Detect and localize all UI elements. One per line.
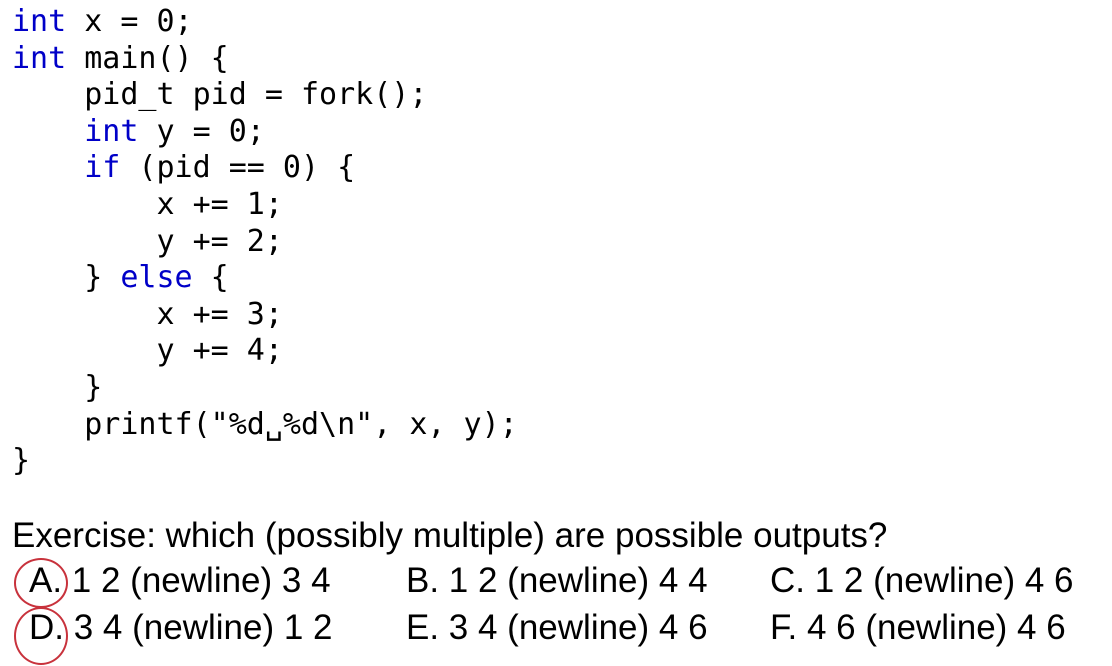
code-keyword: int bbox=[84, 113, 139, 149]
code-keyword: int bbox=[12, 4, 67, 39]
option-c: C. 1 2 (newline) 4 6 bbox=[770, 559, 1073, 603]
code-line: x += 3; bbox=[12, 297, 518, 334]
code-text: y += 4; bbox=[12, 333, 283, 369]
code-line: y += 4; bbox=[12, 333, 518, 370]
code-line: if (pid == 0) { bbox=[12, 150, 518, 187]
code-text: pid_t pid = fork(); bbox=[12, 77, 428, 113]
code-line: printf("%d␣%d\n", x, y); bbox=[12, 407, 518, 444]
code-keyword: if bbox=[84, 150, 121, 186]
code-line: } else { bbox=[12, 260, 518, 297]
answer-circle-d bbox=[14, 607, 68, 665]
code-text: (pid == 0) { bbox=[120, 150, 356, 186]
code-line: x += 1; bbox=[12, 187, 518, 224]
option-letter: B. bbox=[406, 561, 440, 600]
code-text: { bbox=[192, 260, 229, 296]
option-letter: F. bbox=[770, 608, 798, 647]
exercise-question: Exercise: which (possibly multiple) are … bbox=[12, 516, 888, 555]
option-f: F. 4 6 (newline) 4 6 bbox=[770, 606, 1066, 650]
option-text: 4 6 (newline) 4 6 bbox=[797, 608, 1066, 647]
code-line: int x = 0; bbox=[12, 4, 518, 41]
option-e: E. 3 4 (newline) 4 6 bbox=[406, 606, 708, 650]
code-text: main() { bbox=[66, 40, 229, 76]
option-text: 1 2 (newline) 3 4 bbox=[62, 561, 331, 600]
option-text: 1 2 (newline) 4 4 bbox=[439, 561, 708, 600]
code-line: } bbox=[12, 443, 518, 480]
option-text: 1 2 (newline) 4 6 bbox=[805, 561, 1074, 600]
answer-circle-a bbox=[14, 558, 68, 608]
option-text: 3 4 (newline) 1 2 bbox=[64, 608, 333, 647]
code-text: y += 2; bbox=[12, 223, 283, 259]
code-line: int y = 0; bbox=[12, 114, 518, 151]
code-keyword: else bbox=[120, 260, 193, 296]
code-line: int main() { bbox=[12, 41, 518, 78]
code-block: int x = 0; int main() { pid_t pid = fork(… bbox=[12, 4, 518, 480]
code-text: x += 1; bbox=[12, 186, 283, 222]
code-keyword: int bbox=[12, 40, 67, 76]
code-text: } bbox=[12, 260, 121, 296]
option-letter: C. bbox=[770, 561, 805, 600]
option-text: 3 4 (newline) 4 6 bbox=[439, 608, 708, 647]
code-text: x += 3; bbox=[12, 296, 283, 332]
code-text: } bbox=[12, 443, 31, 479]
code-text: printf("%d␣%d\n", x, y); bbox=[12, 406, 518, 442]
code-text: } bbox=[12, 369, 103, 405]
code-line: pid_t pid = fork(); bbox=[12, 77, 518, 114]
option-letter: E. bbox=[406, 608, 440, 647]
code-line: y += 2; bbox=[12, 224, 518, 261]
code-line: } bbox=[12, 370, 518, 407]
option-a: A. 1 2 (newline) 3 4 bbox=[29, 559, 331, 603]
option-b: B. 1 2 (newline) 4 4 bbox=[406, 559, 708, 603]
code-text: y = 0; bbox=[138, 113, 265, 149]
code-text: x = 0; bbox=[66, 4, 193, 39]
option-d: D. 3 4 (newline) 1 2 bbox=[29, 606, 332, 650]
